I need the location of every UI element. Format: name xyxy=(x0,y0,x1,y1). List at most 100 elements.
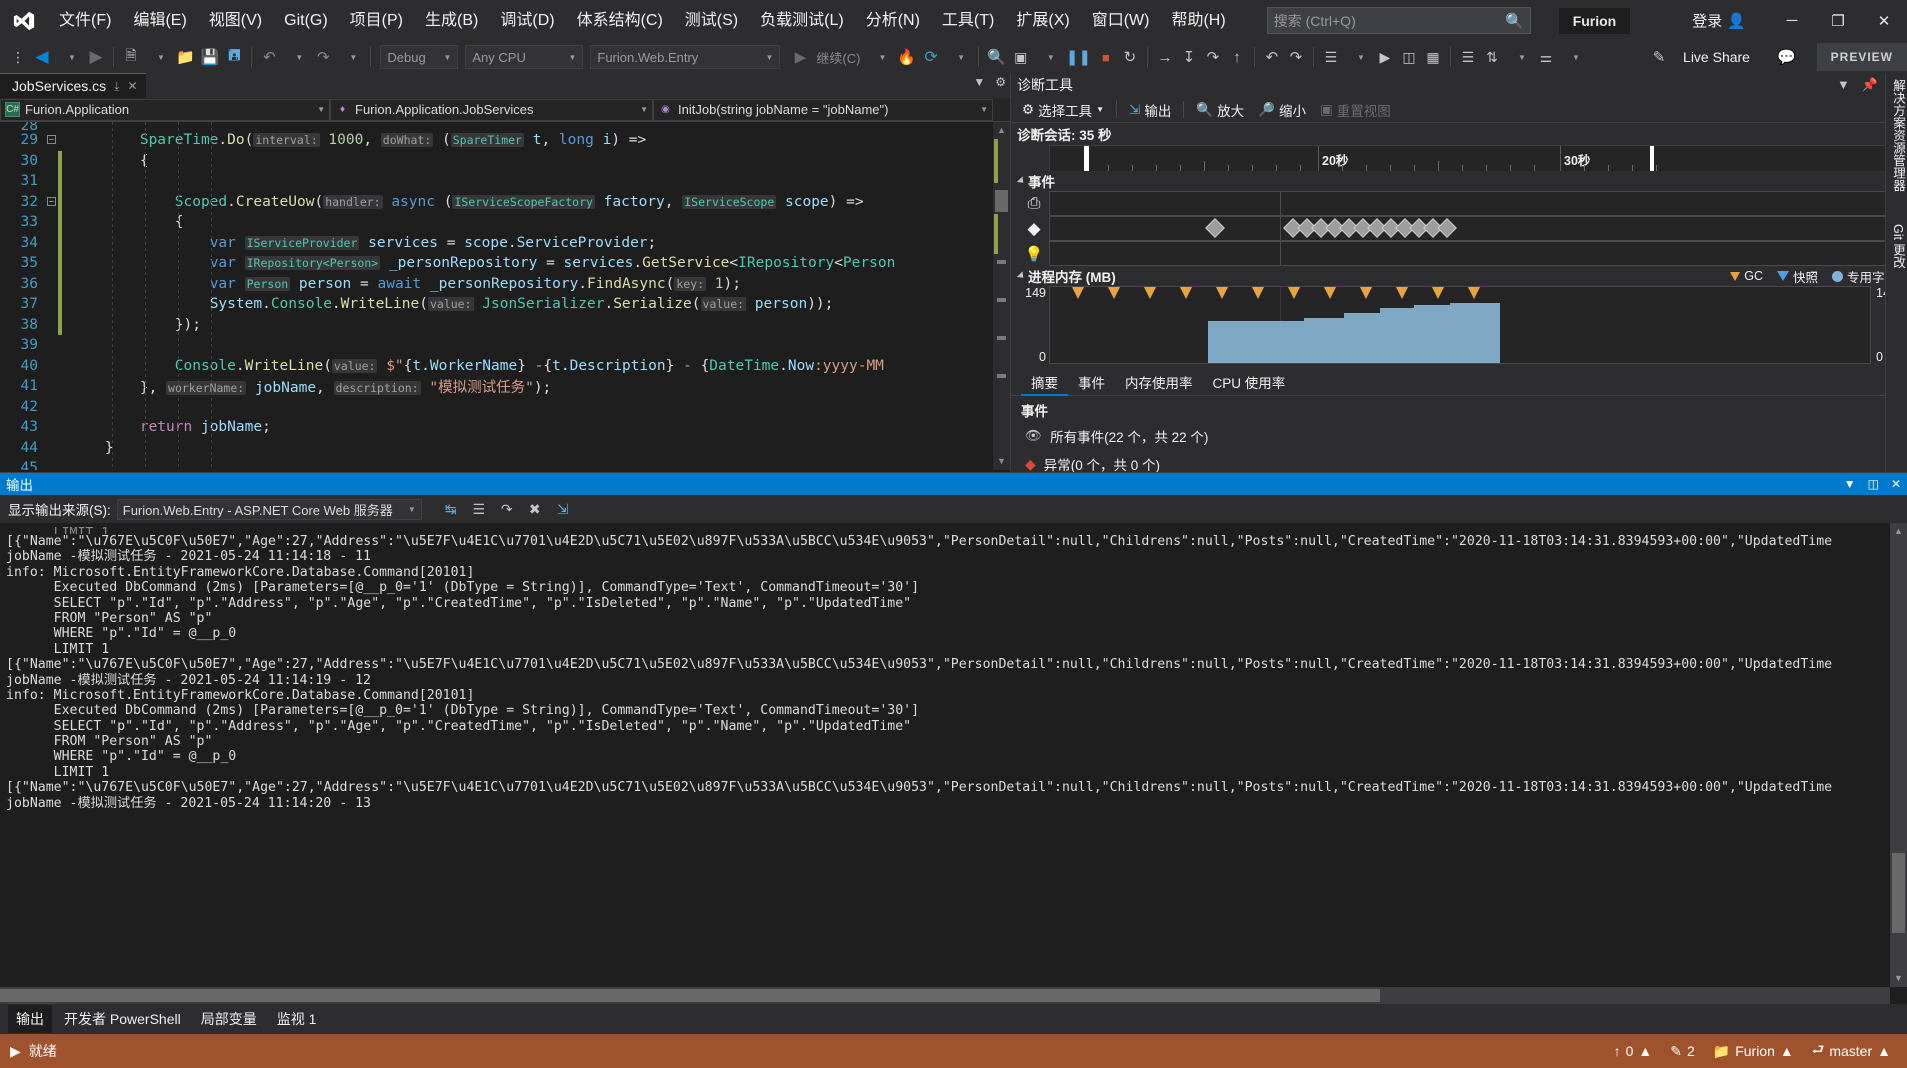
tab-summary[interactable]: 摘要 xyxy=(1021,372,1068,396)
break-events-track[interactable] xyxy=(1049,191,1901,216)
open-file-icon[interactable]: 📁 xyxy=(173,44,198,70)
nav-member-combo[interactable]: ◉ InitJob(string jobName = "jobName") ▼ xyxy=(653,98,993,121)
home-frame-icon[interactable]: ▣ xyxy=(1009,44,1033,70)
dock-label-git-changes[interactable]: Git 更改 xyxy=(1886,218,1907,274)
events-section-header[interactable]: 事件 xyxy=(1011,171,1907,191)
menu-load-test[interactable]: 负载测试(L) xyxy=(749,0,855,41)
pointer-select-icon[interactable]: ▶ xyxy=(1373,44,1397,70)
editor-settings-gear-icon[interactable]: ⚙ xyxy=(995,75,1006,89)
configuration-combo[interactable]: Debug ▼ xyxy=(380,45,459,69)
scroll-up-icon[interactable]: ▲ xyxy=(1890,523,1907,540)
live-share-icon[interactable]: ✎ xyxy=(1647,44,1671,70)
status-branch[interactable]: ⮐ master ▲ xyxy=(1812,1039,1891,1063)
menu-help[interactable]: 帮助(H) xyxy=(1160,0,1236,41)
toolbar-overflow-icon[interactable]: ⋮ xyxy=(6,44,30,70)
output-events-track[interactable] xyxy=(1049,216,1901,241)
outlining-column[interactable]: − xyxy=(46,130,58,151)
menu-file[interactable]: 文件(F) xyxy=(48,0,122,41)
diagnostics-icon[interactable]: ☰ xyxy=(1319,44,1343,70)
nav-class-combo[interactable]: ♦ Furion.Application.JobServices ▼ xyxy=(330,98,653,121)
menu-tools[interactable]: 工具(T) xyxy=(931,0,1005,41)
redo-icon[interactable]: ↷ xyxy=(311,44,335,70)
compare-icon[interactable]: ▦ xyxy=(1421,44,1445,70)
editor-vertical-scrollbar[interactable]: ▲ ▼ xyxy=(993,122,1010,470)
zoom-out-button[interactable]: 🔎 缩小 xyxy=(1253,98,1311,122)
menu-analyze[interactable]: 分析(N) xyxy=(855,0,931,41)
bottom-tab-watch1[interactable]: 监视 1 xyxy=(269,1005,325,1033)
browser-search-icon[interactable]: 🔍 xyxy=(984,44,1009,70)
collapse-icon[interactable]: − xyxy=(47,135,56,144)
bottom-tab-locals[interactable]: 局部变量 xyxy=(193,1005,265,1033)
live-share-label[interactable]: Live Share xyxy=(1679,49,1754,65)
outlining-column[interactable]: − xyxy=(46,192,58,213)
platform-combo[interactable]: Any CPU ▼ xyxy=(465,45,584,69)
save-icon[interactable]: 💾 xyxy=(198,44,223,70)
process-memory-chart[interactable]: 149 0 0 xyxy=(1019,286,1901,364)
menu-architecture[interactable]: 体系结构(C) xyxy=(566,0,674,41)
search-box[interactable]: 🔍 xyxy=(1266,7,1531,34)
editor-scroll-thumb[interactable] xyxy=(995,190,1008,212)
zoom-in-button[interactable]: 🔍 放大 xyxy=(1191,98,1249,122)
sort-icon[interactable]: ⇅ xyxy=(1480,44,1504,70)
clear-all-icon[interactable]: ☰ xyxy=(468,498,490,520)
find-message-icon[interactable]: ↹ xyxy=(440,498,462,520)
home-frame-caret-icon[interactable]: ▼ xyxy=(1039,44,1063,70)
bottom-tab-powershell[interactable]: 开发者 PowerShell xyxy=(56,1005,189,1033)
output-text-area[interactable]: LIMIT 1 [{"Name":"\u767E\u5C0F\u50E7","A… xyxy=(0,523,1907,982)
continue-label[interactable]: 继续(C) xyxy=(812,48,864,67)
output-source-combo[interactable]: Furion.Web.Entry - ASP.NET Core Web 服务器 … xyxy=(116,498,422,520)
go-to-message-icon[interactable]: ⇲ xyxy=(552,498,574,520)
memory-section-header[interactable]: 进程内存 (MB) GC 快照 专用字节 xyxy=(1011,266,1907,286)
filter-caret-icon[interactable]: ▼ xyxy=(1564,44,1588,70)
reset-view-button[interactable]: ▣ 重置视图 xyxy=(1315,98,1396,122)
status-warnings[interactable]: ✎ 2 xyxy=(1670,1043,1695,1060)
navigate-back-caret-icon[interactable]: ▼ xyxy=(60,44,84,70)
event-row-all[interactable]: 👁 所有事件(22 个，共 22 个) xyxy=(1011,422,1907,450)
new-file-caret-icon[interactable]: ▼ xyxy=(149,44,173,70)
collapse-icon[interactable]: − xyxy=(47,196,56,206)
new-file-icon[interactable]: 🗎 xyxy=(119,44,143,70)
pin-tab-icon[interactable]: ⤓ xyxy=(114,79,119,94)
scroll-up-icon[interactable]: ▲ xyxy=(993,122,1010,139)
menu-extensions[interactable]: 扩展(X) xyxy=(1005,0,1080,41)
hot-reload-icon[interactable]: 🔥 xyxy=(894,44,919,70)
status-errors[interactable]: ↑ 0 ▲ xyxy=(1614,1043,1653,1059)
tab-cpu-usage[interactable]: CPU 使用率 xyxy=(1203,372,1296,396)
menu-git[interactable]: Git(G) xyxy=(273,0,339,41)
output-scroll-thumb[interactable] xyxy=(1892,853,1905,933)
step-over-icon[interactable]: ↷ xyxy=(1201,44,1225,70)
nav-project-combo[interactable]: C# Furion.Application ▼ xyxy=(0,98,330,121)
restart-caret-icon[interactable]: ▼ xyxy=(949,44,973,70)
restart-debug-icon[interactable]: ↻ xyxy=(1118,44,1142,70)
panel-chevron-icon[interactable]: ▼ xyxy=(1837,77,1850,93)
redo-caret-icon[interactable]: ▼ xyxy=(341,44,365,70)
scroll-down-icon[interactable]: ▼ xyxy=(993,453,1010,470)
menu-edit[interactable]: 编辑(E) xyxy=(122,0,197,41)
scroll-down-icon[interactable]: ▼ xyxy=(1890,970,1907,987)
navigate-back-icon[interactable]: ◀ xyxy=(30,44,54,70)
menu-project[interactable]: 项目(P) xyxy=(339,0,414,41)
sign-in-button[interactable]: 登录 👤 xyxy=(1692,10,1746,31)
navigate-forward-icon[interactable]: ▶ xyxy=(84,44,108,70)
diagnostics-caret-icon[interactable]: ▼ xyxy=(1349,44,1373,70)
startup-project-combo[interactable]: Furion.Web.Entry ▼ xyxy=(590,45,781,69)
stop-icon[interactable]: ■ xyxy=(1094,44,1118,70)
redo-2-icon[interactable]: ↷ xyxy=(1284,44,1308,70)
list-icon[interactable]: ☰ xyxy=(1456,44,1480,70)
status-repository[interactable]: 📁 Furion ▲ xyxy=(1713,1043,1794,1060)
step-into-icon[interactable]: ↧ xyxy=(1177,44,1201,70)
select-tools-button[interactable]: ⚙ 选择工具 ▼ xyxy=(1017,98,1109,122)
search-input[interactable] xyxy=(1273,12,1505,29)
menu-debug[interactable]: 调试(D) xyxy=(489,0,565,41)
window-layout-icon[interactable]: ◫ xyxy=(1397,44,1421,70)
menu-view[interactable]: 视图(V) xyxy=(198,0,273,41)
tab-memory-usage[interactable]: 内存使用率 xyxy=(1115,372,1203,396)
menu-build[interactable]: 生成(B) xyxy=(414,0,489,41)
filter-icon[interactable]: ⚌ xyxy=(1534,44,1558,70)
clear-pane-icon[interactable]: ✖ xyxy=(524,498,546,520)
continue-caret-icon[interactable]: ▼ xyxy=(870,44,894,70)
panel-pin-icon[interactable]: 📌 xyxy=(1862,77,1878,93)
timeline-cursor[interactable] xyxy=(1084,146,1089,171)
feedback-icon[interactable]: 💬 xyxy=(1774,44,1799,70)
restart-icon[interactable]: ⟳ xyxy=(919,44,943,70)
